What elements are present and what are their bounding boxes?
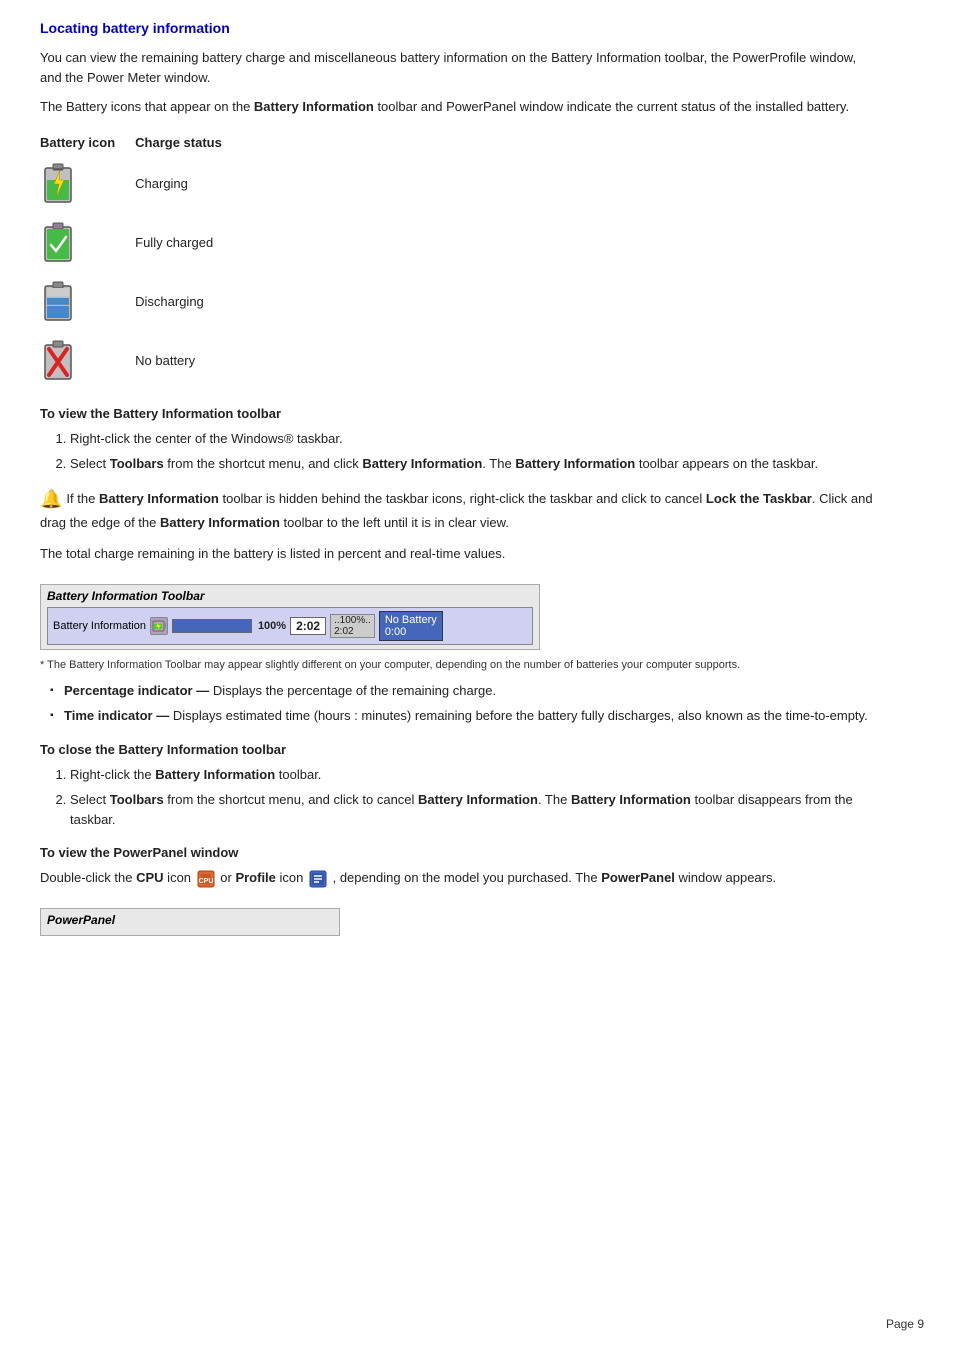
note-box: 🔔If the Battery Information toolbar is h… [40, 486, 880, 533]
page-title: Locating battery information [40, 20, 880, 36]
toolbar-progress-bar [172, 619, 252, 633]
list-item: Select Toolbars from the shortcut menu, … [70, 454, 880, 474]
toolbar-preview-box: Battery Information Toolbar Battery Info… [40, 584, 540, 650]
toolbar-pct-display: ..100%.. [334, 615, 371, 626]
list-item: Time indicator — Displays estimated time… [50, 706, 880, 726]
toolbar-percent: 100% [258, 620, 286, 632]
intro-para2: The Battery icons that appear on the Bat… [40, 97, 880, 117]
asterisk-note: * The Battery Information Toolbar may ap… [40, 658, 880, 673]
close-toolbar-steps: Right-click the Battery Information tool… [70, 765, 880, 830]
list-item: Select Toolbars from the shortcut menu, … [70, 790, 880, 829]
powerpanel-para: Double-click the CPU icon CPU or Profile… [40, 868, 880, 888]
toolbar-time: 2:02 [290, 617, 326, 635]
list-item: Right-click the center of the Windows® t… [70, 429, 880, 449]
table-row: No battery [40, 331, 242, 390]
svg-text:CPU: CPU [198, 878, 213, 885]
battery-icon-table: Battery icon Charge status [40, 131, 242, 390]
table-row: Discharging [40, 272, 242, 331]
list-item: Percentage indicator — Displays the perc… [50, 681, 880, 701]
intro-para1: You can view the remaining battery charg… [40, 48, 880, 87]
powerpanel-preview-title: PowerPanel [47, 913, 333, 927]
note-icon: 🔔 [40, 486, 62, 513]
toolbar-label: Battery Information [53, 620, 146, 632]
section-view-toolbar-title: To view the Battery Information toolbar [40, 406, 880, 421]
view-toolbar-steps: Right-click the center of the Windows® t… [70, 429, 880, 474]
cpu-icon: CPU [197, 870, 215, 888]
section-powerpanel-title: To view the PowerPanel window [40, 845, 880, 860]
table-row: Fully charged [40, 213, 242, 272]
bullet-list: Percentage indicator — Displays the perc… [50, 681, 880, 726]
status-none: No battery [135, 331, 242, 390]
list-item: Right-click the Battery Information tool… [70, 765, 880, 785]
profile-icon [309, 870, 327, 888]
col-battery-icon: Battery icon [40, 131, 135, 154]
toolbar-no-battery: No Battery 0:00 [379, 611, 443, 641]
battery-icon-discharging [40, 272, 135, 331]
battery-icon-none [40, 331, 135, 390]
status-charging: Charging [135, 154, 242, 213]
toolbar-battery-icon [150, 617, 168, 635]
section-close-toolbar-title: To close the Battery Information toolbar [40, 742, 880, 757]
battery-icon-charging [40, 154, 135, 213]
battery-icon-full [40, 213, 135, 272]
status-discharging: Discharging [135, 272, 242, 331]
toolbar-preview-title: Battery Information Toolbar [47, 589, 533, 603]
col-charge-status: Charge status [135, 131, 242, 154]
toolbar-time-display: 2:02 [334, 626, 371, 637]
toolbar-progress-fill [173, 620, 251, 632]
powerpanel-preview-box: PowerPanel [40, 908, 340, 936]
table-row: Charging [40, 154, 242, 213]
status-full: Fully charged [135, 213, 242, 272]
toolbar-inner: Battery Information 100% 2:02 ..100%.. 2… [47, 607, 533, 645]
page-number: Page 9 [886, 1317, 924, 1331]
total-charge-text: The total charge remaining in the batter… [40, 544, 880, 564]
